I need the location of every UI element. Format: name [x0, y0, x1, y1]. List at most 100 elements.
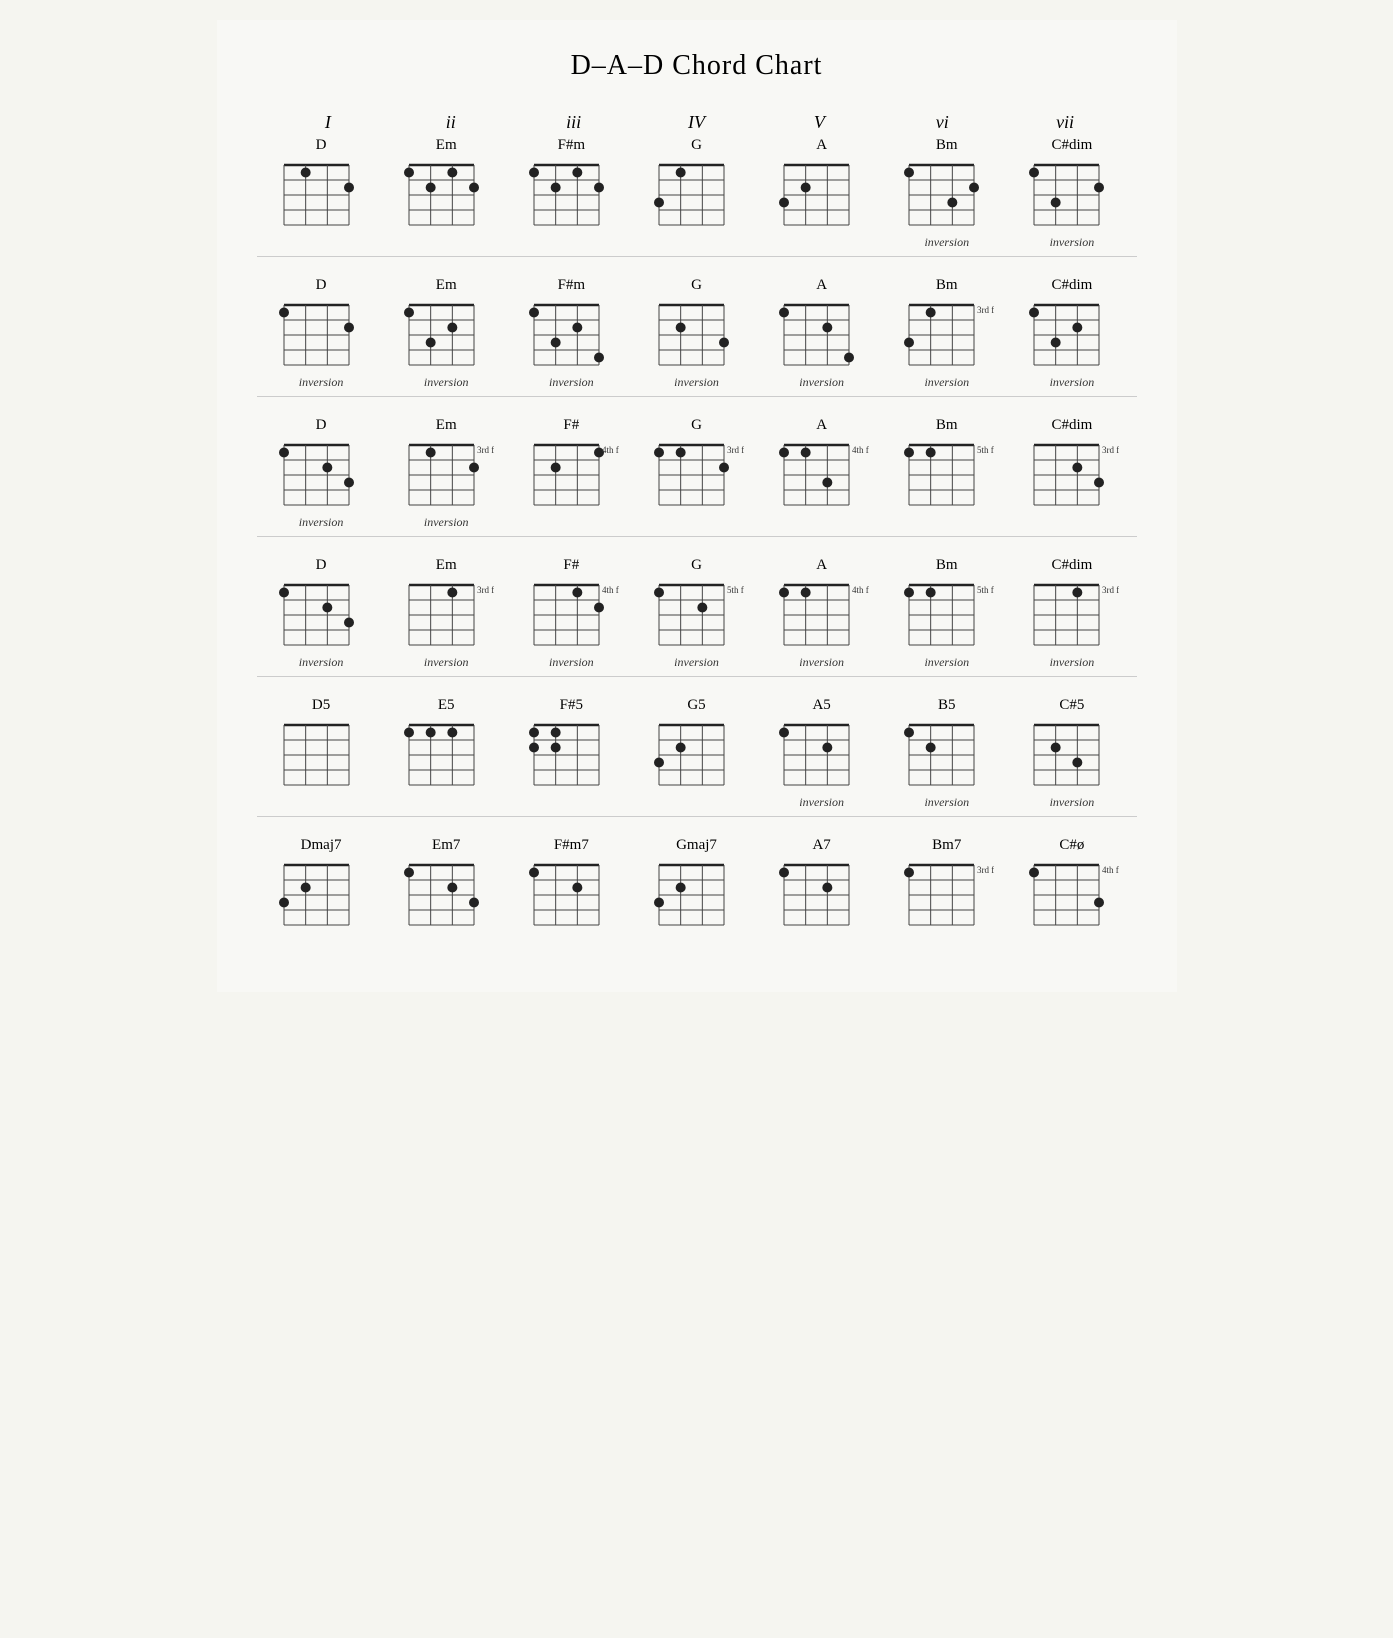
- roman-numeral-label: V: [758, 112, 881, 133]
- inversion-label: inversion: [799, 795, 844, 810]
- chord-section-seventh_chords: Dmaj7Em7F#m7Gmaj7A7Bm73rd fretC#ø4th fre…: [257, 837, 1137, 932]
- chord-cell: D: [261, 137, 382, 250]
- chord-diagram: [399, 717, 494, 792]
- chord-name: C#dim: [1052, 277, 1093, 294]
- chord-diagram: [399, 857, 494, 932]
- chord-cell: F#5: [511, 697, 632, 810]
- chord-name: Bm: [936, 137, 958, 154]
- inversion-label: inversion: [424, 655, 469, 670]
- inversion-label: inversion: [924, 235, 969, 250]
- chord-diagram: [399, 297, 494, 372]
- chord-cell: Dmaj7: [261, 837, 382, 932]
- chord-diagram: [274, 157, 369, 232]
- chord-diagram: 3rd fret: [899, 297, 994, 372]
- chord-cell: Em: [386, 137, 507, 250]
- chord-cell: G5th fretinversion: [636, 557, 757, 670]
- svg-text:3rd fret: 3rd fret: [727, 445, 744, 455]
- chord-cell: E5: [386, 697, 507, 810]
- inversion-label: inversion: [799, 375, 844, 390]
- chord-cell: Bm5th fret: [886, 417, 1007, 530]
- svg-text:3rd fret: 3rd fret: [977, 865, 994, 875]
- chord-diagram: 3rd fret: [649, 437, 744, 512]
- chord-cell: A7: [761, 837, 882, 932]
- chord-diagram: 5th fret: [899, 577, 994, 652]
- chord-diagram: [399, 157, 494, 232]
- chord-cell: F#m inversion: [511, 277, 632, 390]
- chord-row: DEmF#m G A Bm inversion C#dim inversion: [257, 137, 1137, 250]
- chord-cell: A4th fret: [761, 417, 882, 530]
- chord-cell: F#m: [511, 137, 632, 250]
- chord-name: Em: [436, 557, 457, 574]
- chord-diagram: [649, 157, 744, 232]
- chord-diagram: [649, 717, 744, 792]
- chord-row: DinversionEm3rd fretinversionF#4th fretG…: [257, 417, 1137, 530]
- chord-diagram: [774, 857, 869, 932]
- chord-diagram: 4th fret: [774, 577, 869, 652]
- chord-cell: F#4th fretinversion: [511, 557, 632, 670]
- chord-name: C#dim: [1052, 417, 1093, 434]
- chord-name: A7: [812, 837, 830, 854]
- chord-name: G: [691, 137, 702, 154]
- svg-text:5th fret: 5th fret: [727, 585, 744, 595]
- chord-row: DinversionEminversionF#minversionGinvers…: [257, 277, 1137, 390]
- chord-cell: Ginversion: [636, 277, 757, 390]
- chord-cell: G: [636, 137, 757, 250]
- inversion-label: inversion: [549, 375, 594, 390]
- inversion-label: inversion: [924, 795, 969, 810]
- inversion-label: inversion: [424, 515, 469, 530]
- chord-cell: F#m7: [511, 837, 632, 932]
- chord-diagram: 3rd fret: [399, 437, 494, 512]
- inversion-label: inversion: [299, 515, 344, 530]
- chord-section-triads_inv1: DinversionEminversionF#minversionGinvers…: [257, 277, 1137, 397]
- roman-header-row: IiiiiiIVVvivii: [257, 112, 1137, 133]
- chord-name: D: [316, 417, 327, 434]
- chord-diagram: [274, 577, 369, 652]
- chord-cell: A5 inversion: [761, 697, 882, 810]
- inversion-label: inversion: [1050, 235, 1095, 250]
- chord-diagram: [274, 717, 369, 792]
- chord-section-triads_inv3: DinversionEm3rd fretinversionF#4th freti…: [257, 557, 1137, 677]
- chord-cell: Em7: [386, 837, 507, 932]
- chord-cell: C#dim inversion: [1011, 137, 1132, 250]
- chord-diagram: [1024, 717, 1119, 792]
- chord-name: Bm: [936, 277, 958, 294]
- chord-name: A5: [812, 697, 830, 714]
- chord-section-triads_inv2: DinversionEm3rd fretinversionF#4th fretG…: [257, 417, 1137, 537]
- chord-diagram: 4th fret: [524, 577, 619, 652]
- chord-row: D5E5F#5G5A5inversionB5inversionC#5invers…: [257, 697, 1137, 810]
- chord-diagram: [899, 717, 994, 792]
- svg-text:5th fret: 5th fret: [977, 445, 994, 455]
- chord-name: F#: [563, 417, 579, 434]
- chord-name: Dmaj7: [301, 837, 342, 854]
- chord-name: C#ø: [1059, 837, 1084, 854]
- svg-text:4th fret: 4th fret: [1102, 865, 1119, 875]
- chord-name: F#5: [560, 697, 583, 714]
- roman-numeral-label: ii: [389, 112, 512, 133]
- roman-numeral-label: iii: [512, 112, 635, 133]
- chord-cell: C#dim 3rd fret: [1011, 417, 1132, 530]
- chord-name: Bm: [936, 557, 958, 574]
- chord-cell: Bm73rd fret: [886, 837, 1007, 932]
- chord-name: A: [816, 557, 827, 574]
- chord-diagram: [774, 157, 869, 232]
- chord-cell: Bm5th fretinversion: [886, 557, 1007, 670]
- chord-name: C#dim: [1052, 137, 1093, 154]
- svg-text:3rd fret: 3rd fret: [1102, 445, 1119, 455]
- svg-text:4th fret: 4th fret: [852, 445, 869, 455]
- chord-diagram: [774, 717, 869, 792]
- svg-text:4th fret: 4th fret: [602, 585, 619, 595]
- chord-cell: A: [761, 137, 882, 250]
- chord-cell: C#ø 4th fret: [1011, 837, 1132, 932]
- chord-diagram: 5th fret: [899, 437, 994, 512]
- chord-name: A: [816, 137, 827, 154]
- svg-text:5th fret: 5th fret: [977, 585, 994, 595]
- inversion-label: inversion: [299, 655, 344, 670]
- chord-name: G5: [687, 697, 705, 714]
- chord-diagram: [649, 297, 744, 372]
- chord-name: F#m: [558, 277, 586, 294]
- roman-numeral-label: IV: [635, 112, 758, 133]
- chord-cell: G5: [636, 697, 757, 810]
- chord-name: G: [691, 557, 702, 574]
- chord-name: D: [316, 557, 327, 574]
- chord-name: D5: [312, 697, 330, 714]
